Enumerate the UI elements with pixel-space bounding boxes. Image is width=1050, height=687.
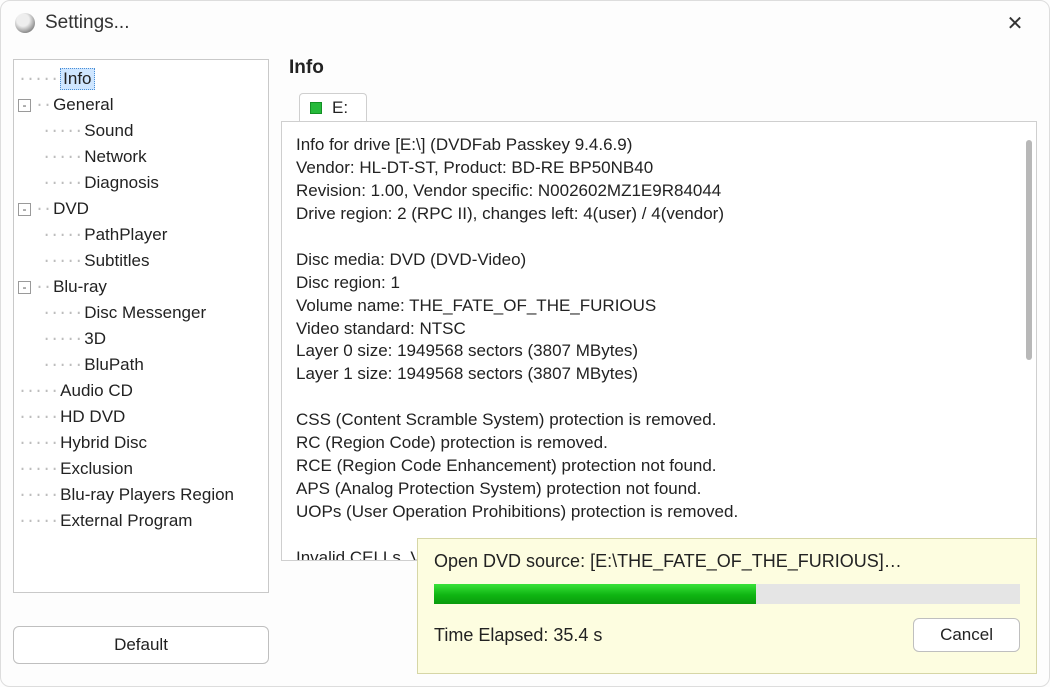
close-icon[interactable]: ✕ [995,8,1035,38]
tree-connector-icon: ····· [18,304,82,322]
app-icon [15,13,35,33]
tree-expander-icon[interactable]: - [18,99,31,112]
tree-item-label: General [53,95,113,115]
tree-item-label: HD DVD [60,407,125,427]
tree-connector-icon: ····· [18,434,58,452]
progress-bar [434,584,1020,604]
tab-drive-e[interactable]: E: [299,93,367,122]
tree-item-label: Subtitles [84,251,149,271]
tree-item-label: PathPlayer [84,225,167,245]
default-button[interactable]: Default [13,626,269,664]
tree-connector-icon: ····· [18,174,82,192]
tree-item-label: External Program [60,511,192,531]
tree-item[interactable]: ·····Audio CD [18,378,264,404]
tree-connector-icon: ····· [18,70,58,88]
tree-item[interactable]: ·····3D [18,326,264,352]
tree-connector-icon: ····· [18,512,58,530]
tree-item[interactable]: ·····HD DVD [18,404,264,430]
tree-item[interactable]: ·····BluPath [18,352,264,378]
tree-connector-icon: ·· [35,278,51,296]
tree-connector-icon: ····· [18,252,82,270]
tree-item-label: Blu-ray Players Region [60,485,234,505]
settings-tree: ·····Info-··General ·····Sound ·····Netw… [18,66,264,534]
section-title: Info [281,53,1037,89]
tree-item[interactable]: ·····Sound [18,118,264,144]
tree-item[interactable]: ·····Exclusion [18,456,264,482]
tree-item-label: Sound [84,121,133,141]
window-body: ·····Info-··General ·····Sound ·····Netw… [13,53,1037,674]
tree-connector-icon: ····· [18,382,58,400]
tree-item-label: Disc Messenger [84,303,206,323]
tree-connector-icon: ·· [35,96,51,114]
tree-connector-icon: ····· [18,122,82,140]
tree-item[interactable]: -··Blu-ray [18,274,264,300]
tree-item-label: Diagnosis [84,173,159,193]
tree-item-label: DVD [53,199,89,219]
tree-connector-icon: ····· [18,148,82,166]
progress-popup: Open DVD source: [E:\THE_FATE_OF_THE_FUR… [417,538,1037,674]
tree-connector-icon: ····· [18,356,82,374]
tree-connector-icon: ····· [18,226,82,244]
settings-window: Settings... ✕ ·····Info-··General ·····S… [0,0,1050,687]
scrollbar-thumb[interactable] [1026,140,1032,360]
tree-item[interactable]: ·····Diagnosis [18,170,264,196]
tree-connector-icon: ····· [18,460,58,478]
tree-item-label: Network [84,147,146,167]
tree-expander-icon[interactable]: - [18,281,31,294]
tree-item[interactable]: -··General [18,92,264,118]
progress-title: Open DVD source: [E:\THE_FATE_OF_THE_FUR… [434,551,1020,572]
tree-item-label: Blu-ray [53,277,107,297]
titlebar: Settings... ✕ [1,1,1049,45]
tree-item[interactable]: -··DVD [18,196,264,222]
tree-item-label: 3D [84,329,106,349]
progress-bar-fill [434,584,756,604]
settings-tree-panel: ·····Info-··General ·····Sound ·····Netw… [13,59,269,593]
progress-footer: Time Elapsed: 35.4 s Cancel [434,618,1020,652]
tree-item[interactable]: ·····PathPlayer [18,222,264,248]
tree-connector-icon: ····· [18,408,58,426]
tree-expander-icon[interactable]: - [18,203,31,216]
tree-item-label: BluPath [84,355,144,375]
tree-item[interactable]: ·····Info [18,66,264,92]
info-text: Info for drive [E:\] (DVDFab Passkey 9.4… [296,134,1022,561]
info-panel: Info E: Info for drive [E:\] (DVDFab Pas… [281,53,1037,604]
tree-item-label: Info [60,68,94,90]
tree-connector-icon: ·· [35,200,51,218]
tree-item-label: Hybrid Disc [60,433,147,453]
tree-connector-icon: ····· [18,486,58,504]
drive-tabbar: E: [281,89,1037,121]
tree-item[interactable]: ·····External Program [18,508,264,534]
tree-item-label: Audio CD [60,381,133,401]
window-title: Settings... [45,12,130,34]
cancel-button[interactable]: Cancel [913,618,1020,652]
time-elapsed-label: Time Elapsed: 35.4 s [434,625,602,646]
tree-item-label: Exclusion [60,459,133,479]
tree-item[interactable]: ·····Network [18,144,264,170]
tab-label: E: [332,98,348,118]
tree-connector-icon: ····· [18,330,82,348]
info-text-box: Info for drive [E:\] (DVDFab Passkey 9.4… [281,121,1037,561]
drive-status-icon [310,102,322,114]
tree-item[interactable]: ·····Subtitles [18,248,264,274]
tree-item[interactable]: ·····Blu-ray Players Region [18,482,264,508]
tree-item[interactable]: ·····Disc Messenger [18,300,264,326]
tree-item[interactable]: ·····Hybrid Disc [18,430,264,456]
